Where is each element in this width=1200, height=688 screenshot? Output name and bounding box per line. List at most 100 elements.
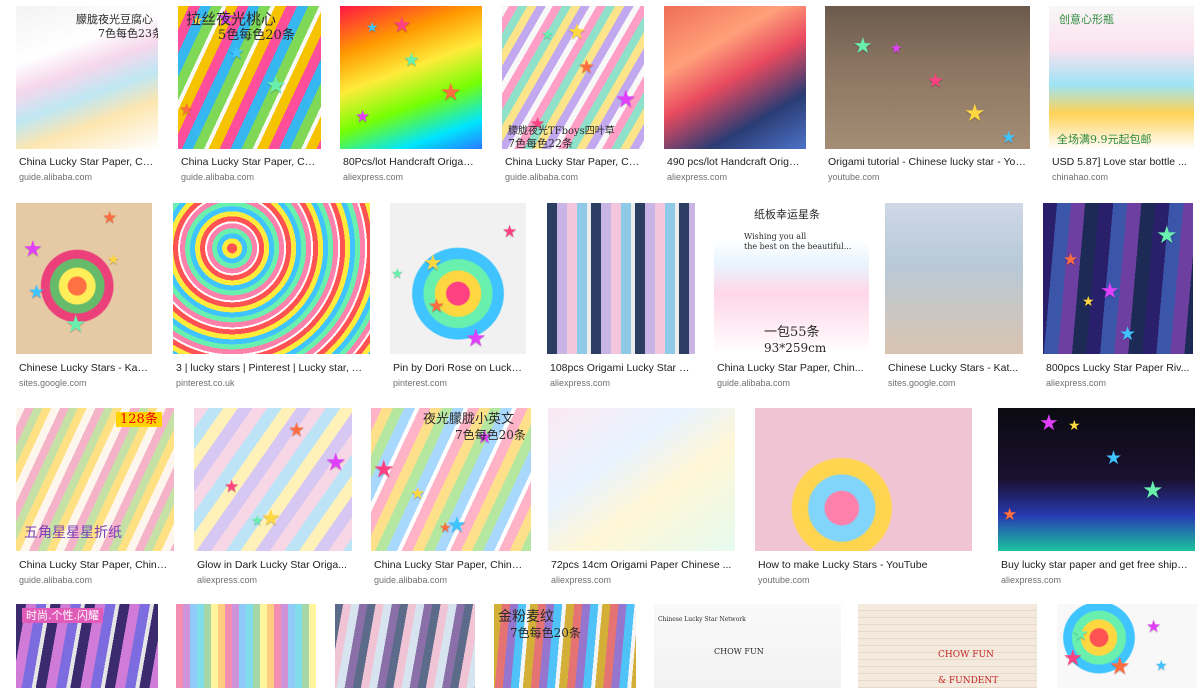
- image-result[interactable]: CHOW FUN & FUNDENT: [858, 604, 1037, 688]
- result-title-link[interactable]: Chinese Lucky Stars - Kat...: [19, 362, 149, 374]
- pastel-strips-image[interactable]: ★ ★ ★ ★ ★: [194, 408, 352, 551]
- heart-strips-image[interactable]: ★ ★ ★ ★ ★ 夜光朦胧小英文 7色每色20条: [371, 408, 531, 551]
- image-result[interactable]: Chinese Lucky Star Network CHOW FUN: [654, 604, 841, 688]
- star-jars-image[interactable]: 创意心形瓶 全场满9.9元起包邮: [1049, 6, 1194, 149]
- star-jar-spill-image[interactable]: ★ ★ ★ ★ ★: [390, 203, 526, 354]
- result-title-link[interactable]: Glow in Dark Lucky Star Origa...: [197, 559, 349, 571]
- image-result[interactable]: 3 | lucky stars | Pinterest | Lucky star…: [173, 203, 370, 390]
- result-title-link[interactable]: Buy lucky star paper and get free shippi…: [1001, 559, 1192, 571]
- paper-star-icon: ★: [447, 513, 467, 538]
- paper-star-icon: ★: [1119, 323, 1137, 345]
- image-result[interactable]: [176, 604, 316, 688]
- paper-star-icon: ★: [288, 419, 306, 441]
- image-result[interactable]: 108pcs Origami Lucky Star P... aliexpress…: [547, 203, 695, 390]
- quilling-stars-image[interactable]: [755, 408, 972, 551]
- star-paper-packs-image[interactable]: 纸板幸运星条 Wishing you all the best on the bea…: [714, 203, 869, 354]
- thumbnail-overlay-text: 纸板幸运星条: [754, 208, 820, 221]
- result-title-link[interactable]: 800pcs Lucky Star Paper Riv...: [1046, 362, 1190, 374]
- thumbnail-overlay-text: 夜光朦胧小英文: [423, 412, 515, 427]
- paper-star-icon: ★: [107, 252, 120, 268]
- result-source-domain: aliexpress.com: [1046, 378, 1107, 388]
- image-result[interactable]: ★ ★ ★ ★ ★ Buy lucky star paper and get free s…: [998, 408, 1195, 587]
- result-title-link[interactable]: 80Pcs/lot Handcraft Origam...: [343, 156, 479, 168]
- thumbnail-overlay-text: 金粉麦纹: [498, 609, 554, 625]
- paper-star-icon: ★: [1142, 476, 1164, 504]
- image-result[interactable]: 金粉麦纹 7色每色20条: [494, 604, 636, 688]
- result-title-link[interactable]: China Lucky Star Paper, Ch...: [181, 156, 318, 168]
- paper-star-icon: ★: [615, 85, 637, 113]
- paper-star-icon: ★: [927, 70, 945, 92]
- image-result[interactable]: 时尚.个性.闪耀: [16, 604, 158, 688]
- image-result[interactable]: 490 pcs/lot Handcraft Origa... aliexpress…: [664, 6, 806, 184]
- image-result[interactable]: ★ ★ ★ ★ ★ 80Pcs/lot Handcraft Origam... aliexp…: [340, 6, 482, 184]
- result-title-link[interactable]: How to make Lucky Stars - YouTube: [758, 559, 969, 571]
- pattern-strips-image[interactable]: ★ ★ ★ ★ ★ 朦胧夜光TFboys四叶草 7色每色22条: [502, 6, 644, 149]
- paper-star-icon: ★: [541, 27, 554, 43]
- menu-page-image[interactable]: CHOW FUN & FUNDENT: [858, 604, 1037, 688]
- image-result[interactable]: ★ ★ ★ ★ ★ Origami tutorial - Chinese lucky st…: [825, 6, 1030, 184]
- glow-stars-image[interactable]: ★ ★ ★ ★ ★: [998, 408, 1195, 551]
- image-result[interactable]: 朦胧夜光豆腐心 7色每色23条 China Lucky Star Paper, Ch…: [16, 6, 158, 184]
- glitter-strips-image[interactable]: ★ ★ ★ ★ ★ 拉丝夜光桃心 5色每色20条: [178, 6, 321, 149]
- image-result[interactable]: ★ ★ ★ ★ ★ 朦胧夜光TFboys四叶草 7色每色22条 China Lucky Sta…: [502, 6, 644, 184]
- star-strips-flowers-image[interactable]: 朦胧夜光豆腐心 7色每色23条: [16, 6, 158, 149]
- image-result[interactable]: Chinese Lucky Stars - Kat... sites.google…: [885, 203, 1023, 390]
- color-strips-image[interactable]: [176, 604, 316, 688]
- image-result[interactable]: ★ ★ ★ ★ ★ Pin by Dori Rose on Lucky... pintere…: [390, 203, 526, 390]
- image-result[interactable]: ★ ★ ★ ★ ★ Chinese Lucky Stars - Kat... sites.g…: [16, 203, 152, 390]
- thumbnail-overlay-text: Chinese Lucky Star Network: [658, 616, 746, 623]
- thumbnail-overlay-text: 7色每色20条: [510, 626, 581, 640]
- result-title-link[interactable]: China Lucky Star Paper, Ch...: [19, 156, 155, 168]
- paper-star-icon: ★: [1155, 658, 1168, 674]
- fabric-star-image[interactable]: [664, 6, 806, 149]
- result-title-link[interactable]: China Lucky Star Paper, China ...: [374, 559, 528, 571]
- image-result[interactable]: 纸板幸运星条 Wishing you all the best on the bea…: [714, 203, 869, 390]
- image-result[interactable]: ★ ★ ★ ★ ★: [1057, 604, 1197, 688]
- image-result[interactable]: 创意心形瓶 全场满9.9元起包邮 USD 5.87] Love star bottl…: [1049, 6, 1194, 184]
- result-title-link[interactable]: China Lucky Star Paper, Chin...: [717, 362, 866, 374]
- star-bottles-image[interactable]: [885, 203, 1023, 354]
- result-source-domain: youtube.com: [758, 575, 810, 585]
- galaxy-strips-image[interactable]: ★ ★ ★ ★ ★: [1043, 203, 1193, 354]
- lucky-stars-closeup-image[interactable]: ★ ★ ★ ★ ★: [1057, 604, 1197, 688]
- image-result[interactable]: ★ ★ ★ ★ ★ 夜光朦胧小英文 7色每色20条 China Lucky Star Pape…: [371, 408, 531, 587]
- result-title-link[interactable]: USD 5.87] Love star bottle ...: [1052, 156, 1191, 168]
- result-title-link[interactable]: 72pcs 14cm Origami Paper Chinese ...: [551, 559, 732, 571]
- lace-strips-image[interactable]: [547, 203, 695, 354]
- thumbnail-overlay-text: 7色每色23条: [98, 27, 158, 40]
- result-source-domain: guide.alibaba.com: [505, 172, 579, 182]
- image-result[interactable]: How to make Lucky Stars - YouTube youtube…: [755, 408, 972, 587]
- rainbow-strips-image[interactable]: ★ ★ ★ ★ ★: [340, 6, 482, 149]
- floral-strips-image[interactable]: 128条 五角星星星折纸: [16, 408, 174, 551]
- image-result[interactable]: ★ ★ ★ ★ ★ 800pcs Lucky Star Paper Riv... aliex…: [1043, 203, 1193, 390]
- image-result[interactable]: 72pcs 14cm Origami Paper Chinese ... alie…: [548, 408, 735, 587]
- image-result[interactable]: [335, 604, 475, 688]
- thumbnail-overlay-text: 93*259cm: [764, 341, 827, 354]
- thumbnail-overlay-text: & FUNDENT: [938, 676, 999, 686]
- result-title-link[interactable]: 490 pcs/lot Handcraft Origa...: [667, 156, 803, 168]
- diagram-image[interactable]: Chinese Lucky Star Network CHOW FUN: [654, 604, 841, 688]
- result-source-domain: pinterest.co.uk: [176, 378, 235, 388]
- result-title-link[interactable]: Chinese Lucky Stars - Kat...: [888, 362, 1020, 374]
- image-result[interactable]: ★ ★ ★ ★ ★ Glow in Dark Lucky Star Origa... ali…: [194, 408, 352, 587]
- paper-star-icon: ★: [1100, 279, 1120, 304]
- pink-box-stars-image[interactable]: ★ ★ ★ ★ ★: [825, 6, 1030, 149]
- shiny-strips-image[interactable]: 时尚.个性.闪耀: [16, 604, 158, 688]
- watercolor-paper-image[interactable]: [548, 408, 735, 551]
- gold-strips-image[interactable]: 金粉麦纹 7色每色20条: [494, 604, 636, 688]
- lace-rolls-image[interactable]: [335, 604, 475, 688]
- result-title-link[interactable]: China Lucky Star Paper, Ch...: [505, 156, 641, 168]
- result-source-domain: aliexpress.com: [1001, 575, 1062, 585]
- result-title-link[interactable]: China Lucky Star Paper, China ...: [19, 559, 171, 571]
- result-source-domain: sites.google.com: [19, 378, 87, 388]
- paper-star-icon: ★: [964, 99, 986, 127]
- image-result[interactable]: 128条 五角星星星折纸 China Lucky Star Paper, China…: [16, 408, 174, 587]
- result-title-link[interactable]: Origami tutorial - Chinese lucky star - …: [828, 156, 1027, 168]
- paper-star-icon: ★: [355, 107, 371, 127]
- result-title-link[interactable]: 108pcs Origami Lucky Star P...: [550, 362, 692, 374]
- stars-in-hand-image[interactable]: ★ ★ ★ ★ ★: [16, 203, 152, 354]
- result-title-link[interactable]: Pin by Dori Rose on Lucky...: [393, 362, 523, 374]
- star-pile-image[interactable]: [173, 203, 370, 354]
- image-result[interactable]: ★ ★ ★ ★ ★ 拉丝夜光桃心 5色每色20条 China Lucky Star Paper…: [178, 6, 321, 184]
- result-title-link[interactable]: 3 | lucky stars | Pinterest | Lucky star…: [176, 362, 367, 374]
